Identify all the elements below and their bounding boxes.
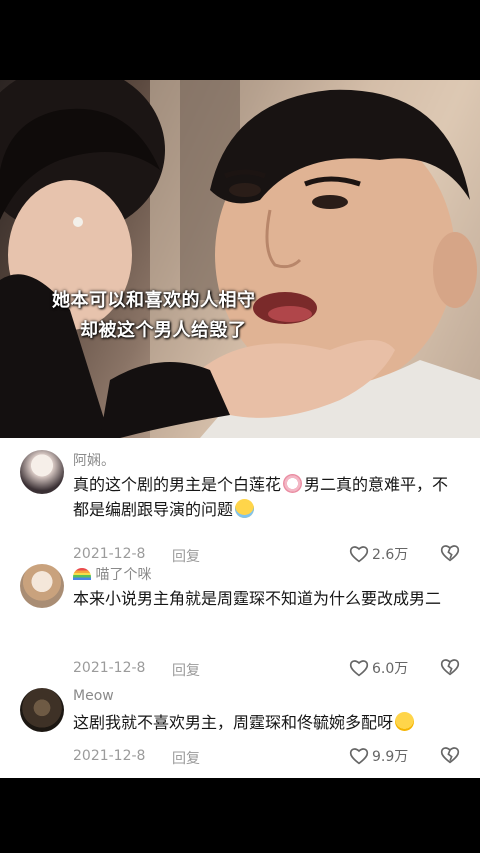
crying-face-emoji-icon <box>235 499 255 518</box>
broken-heart-icon <box>440 747 460 764</box>
subtitle-line-2: 却被这个男人给毁了 <box>80 320 247 341</box>
comment-text-part: 真的这个剧的男主是个白莲花 <box>73 475 282 494</box>
avatar[interactable] <box>20 450 64 494</box>
like-count: 2.6万 <box>372 547 409 563</box>
flower-face-emoji-icon <box>283 474 303 493</box>
comments-panel: 阿娴。 真的这个剧的男主是个白莲花 男二真的意难平，不都是编剧跟导演的问题 202… <box>0 438 480 778</box>
avatar[interactable] <box>20 688 64 732</box>
like-button[interactable]: 6.0万 <box>349 658 408 678</box>
subtitle-line-1: 她本可以和喜欢的人相守 <box>52 290 256 311</box>
comment-username[interactable]: 喵了个咪 <box>95 567 151 583</box>
avatar[interactable] <box>20 564 64 608</box>
heart-icon <box>349 748 369 765</box>
heart-icon <box>349 546 369 563</box>
like-count: 6.0万 <box>372 661 409 677</box>
heart-icon <box>349 660 369 677</box>
video-scene <box>0 80 480 438</box>
dislike-button[interactable] <box>440 544 460 566</box>
comment-date: 2021-12-8 <box>73 660 146 676</box>
comment-text: 这剧我就不喜欢男主，周霆琛和佟毓婉多配呀 <box>73 710 463 735</box>
like-button[interactable]: 2.6万 <box>349 544 408 564</box>
comment-username[interactable]: Meow <box>73 688 114 704</box>
comment-text-part: 这剧我就不喜欢男主，周霆琛和佟毓婉多配呀 <box>73 713 394 732</box>
broken-heart-icon <box>440 659 460 676</box>
reply-button[interactable]: 回复 <box>172 546 200 566</box>
video-frame[interactable]: 她本可以和喜欢的人相守 却被这个男人给毁了 <box>0 80 480 438</box>
comment-username[interactable]: 阿娴。 <box>73 450 115 470</box>
like-button[interactable]: 9.9万 <box>349 746 408 766</box>
comment-date: 2021-12-8 <box>73 748 146 764</box>
reply-button[interactable]: 回复 <box>172 748 200 768</box>
comment-text: 真的这个剧的男主是个白莲花 男二真的意难平，不都是编剧跟导演的问题 <box>73 472 463 522</box>
comment-username-row: 喵了个咪 <box>73 564 151 584</box>
dislike-button[interactable] <box>440 658 460 680</box>
broken-heart-icon <box>440 545 460 562</box>
rainbow-emoji-icon <box>73 568 91 580</box>
pleading-face-emoji-icon <box>395 712 415 731</box>
comment-date: 2021-12-8 <box>73 546 146 562</box>
dislike-button[interactable] <box>440 746 460 768</box>
reply-button[interactable]: 回复 <box>172 660 200 680</box>
like-count: 9.9万 <box>372 749 409 765</box>
comment-text: 本来小说男主角就是周霆琛不知道为什么要改成男二 <box>73 589 442 608</box>
